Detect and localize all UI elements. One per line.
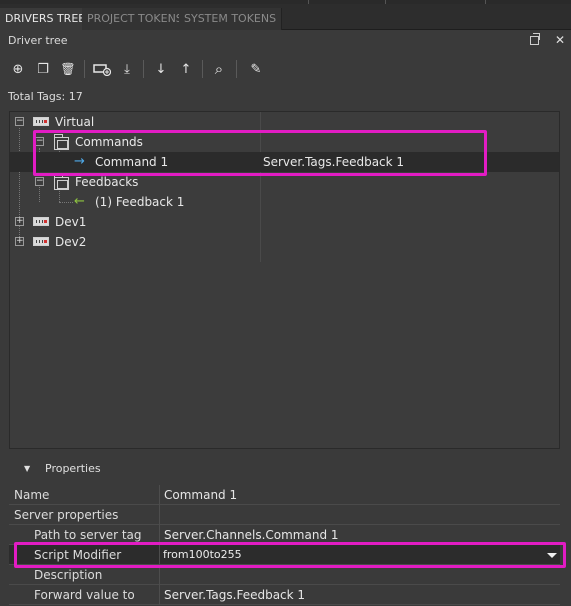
expand-icon[interactable]: + [15, 237, 24, 246]
device-icon [33, 117, 49, 126]
tab-bar-divider [308, 0, 309, 4]
add-device-icon[interactable] [91, 58, 113, 80]
tree-node-label: Commands [75, 135, 143, 149]
property-row-description[interactable]: Description [9, 565, 560, 585]
collapse-icon[interactable]: − [15, 117, 24, 126]
device-icon [33, 217, 49, 226]
move-down-icon[interactable]: ↓ [150, 58, 172, 80]
toolbar: ⊕ ❐ 🗑 ⤓ ↓ ↑ ⌕ ✎ [0, 55, 571, 83]
driver-tree: − Virtual − Commands → Command 1 Server.… [9, 111, 560, 449]
property-name: Server properties [14, 508, 119, 522]
tree-node-label: Feedbacks [75, 175, 139, 189]
chevron-down-icon[interactable] [545, 546, 559, 564]
property-divider [159, 585, 160, 605]
panel-title: Driver tree [8, 34, 68, 47]
property-divider [159, 525, 160, 545]
tree-node-feedback-1[interactable]: ← (1) Feedback 1 [10, 192, 559, 212]
properties-grid: Name Command 1 Server properties Path to… [9, 485, 560, 606]
tree-node-dev2[interactable]: + Dev2 [10, 232, 559, 252]
property-divider [159, 565, 160, 585]
properties-title: Properties [45, 462, 101, 475]
property-divider [159, 545, 160, 565]
add-circle-icon[interactable]: ⊕ [7, 58, 29, 80]
import-icon[interactable]: ⤓ [116, 58, 138, 80]
tab-project-tokens[interactable]: PROJECT TOKENS [82, 8, 189, 30]
property-name: Path to server tag [34, 528, 142, 542]
tree-node-label: Command 1 [95, 155, 169, 169]
tree-node-label: Dev1 [55, 215, 87, 229]
tab-bar-divider [485, 0, 486, 4]
property-row-script-modifier[interactable]: Script Modifier from100to255 [9, 545, 560, 565]
delete-icon[interactable]: 🗑 [57, 58, 79, 80]
properties-header[interactable]: ▼ Properties [9, 458, 560, 480]
property-value: Server.Tags.Feedback 1 [164, 588, 306, 602]
script-modifier-select[interactable]: from100to255 [161, 546, 545, 564]
move-up-icon[interactable]: ↑ [175, 58, 197, 80]
input-arrow-icon: ← [74, 194, 85, 209]
tree-node-virtual[interactable]: − Virtual [10, 112, 559, 132]
property-name: Forward value to [34, 588, 135, 602]
tree-node-feedbacks[interactable]: − Feedbacks [10, 172, 559, 192]
tree-node-label: (1) Feedback 1 [95, 195, 185, 209]
tab-bar-divider [385, 0, 386, 4]
toolbar-separator [84, 60, 85, 78]
property-name: Name [14, 488, 50, 502]
folder-icon [54, 174, 69, 190]
property-divider [159, 505, 160, 525]
copy-icon[interactable]: ❐ [32, 58, 54, 80]
tree-node-label: Dev2 [55, 235, 87, 249]
folder-icon [54, 134, 69, 150]
tree-node-command-1[interactable]: → Command 1 Server.Tags.Feedback 1 [10, 152, 559, 172]
total-tags-count: Total Tags: 17 [8, 90, 83, 103]
close-icon[interactable]: ✕ [555, 33, 565, 47]
pin-icon[interactable] [530, 33, 540, 45]
property-value: Server.Channels.Command 1 [164, 528, 339, 542]
property-row-server-properties[interactable]: Server properties [9, 505, 560, 525]
search-icon[interactable]: ⌕ [208, 58, 230, 80]
tree-node-value: Server.Tags.Feedback 1 [263, 155, 405, 169]
device-icon [33, 237, 49, 246]
tree-node-commands[interactable]: − Commands [10, 132, 559, 152]
tree-node-dev1[interactable]: + Dev1 [10, 212, 559, 232]
expand-icon[interactable]: + [15, 217, 24, 226]
toolbar-separator [202, 60, 203, 78]
property-divider [159, 485, 160, 505]
toolbar-separator [143, 60, 144, 78]
clean-icon[interactable]: ✎ [245, 58, 267, 80]
property-name: Description [34, 568, 103, 582]
property-value: Command 1 [164, 488, 238, 502]
collapse-icon[interactable]: − [35, 177, 44, 186]
tree-node-label: Virtual [55, 115, 95, 129]
collapse-icon[interactable]: − [35, 137, 44, 146]
property-row-path-to-server-tag[interactable]: Path to server tag Server.Channels.Comma… [9, 525, 560, 545]
tab-bar: DRIVERS TREE PROJECT TOKENS SYSTEM TOKEN… [0, 0, 571, 30]
tab-system-tokens[interactable]: SYSTEM TOKENS [179, 8, 283, 30]
output-arrow-icon: → [74, 154, 85, 169]
tab-drivers-tree[interactable]: DRIVERS TREE [0, 8, 92, 30]
toolbar-separator [236, 60, 237, 78]
property-name: Script Modifier [34, 548, 122, 562]
property-row-name[interactable]: Name Command 1 [9, 485, 560, 505]
property-row-forward-value-to[interactable]: Forward value to Server.Tags.Feedback 1 [9, 585, 560, 605]
chevron-down-icon: ▼ [24, 464, 31, 473]
